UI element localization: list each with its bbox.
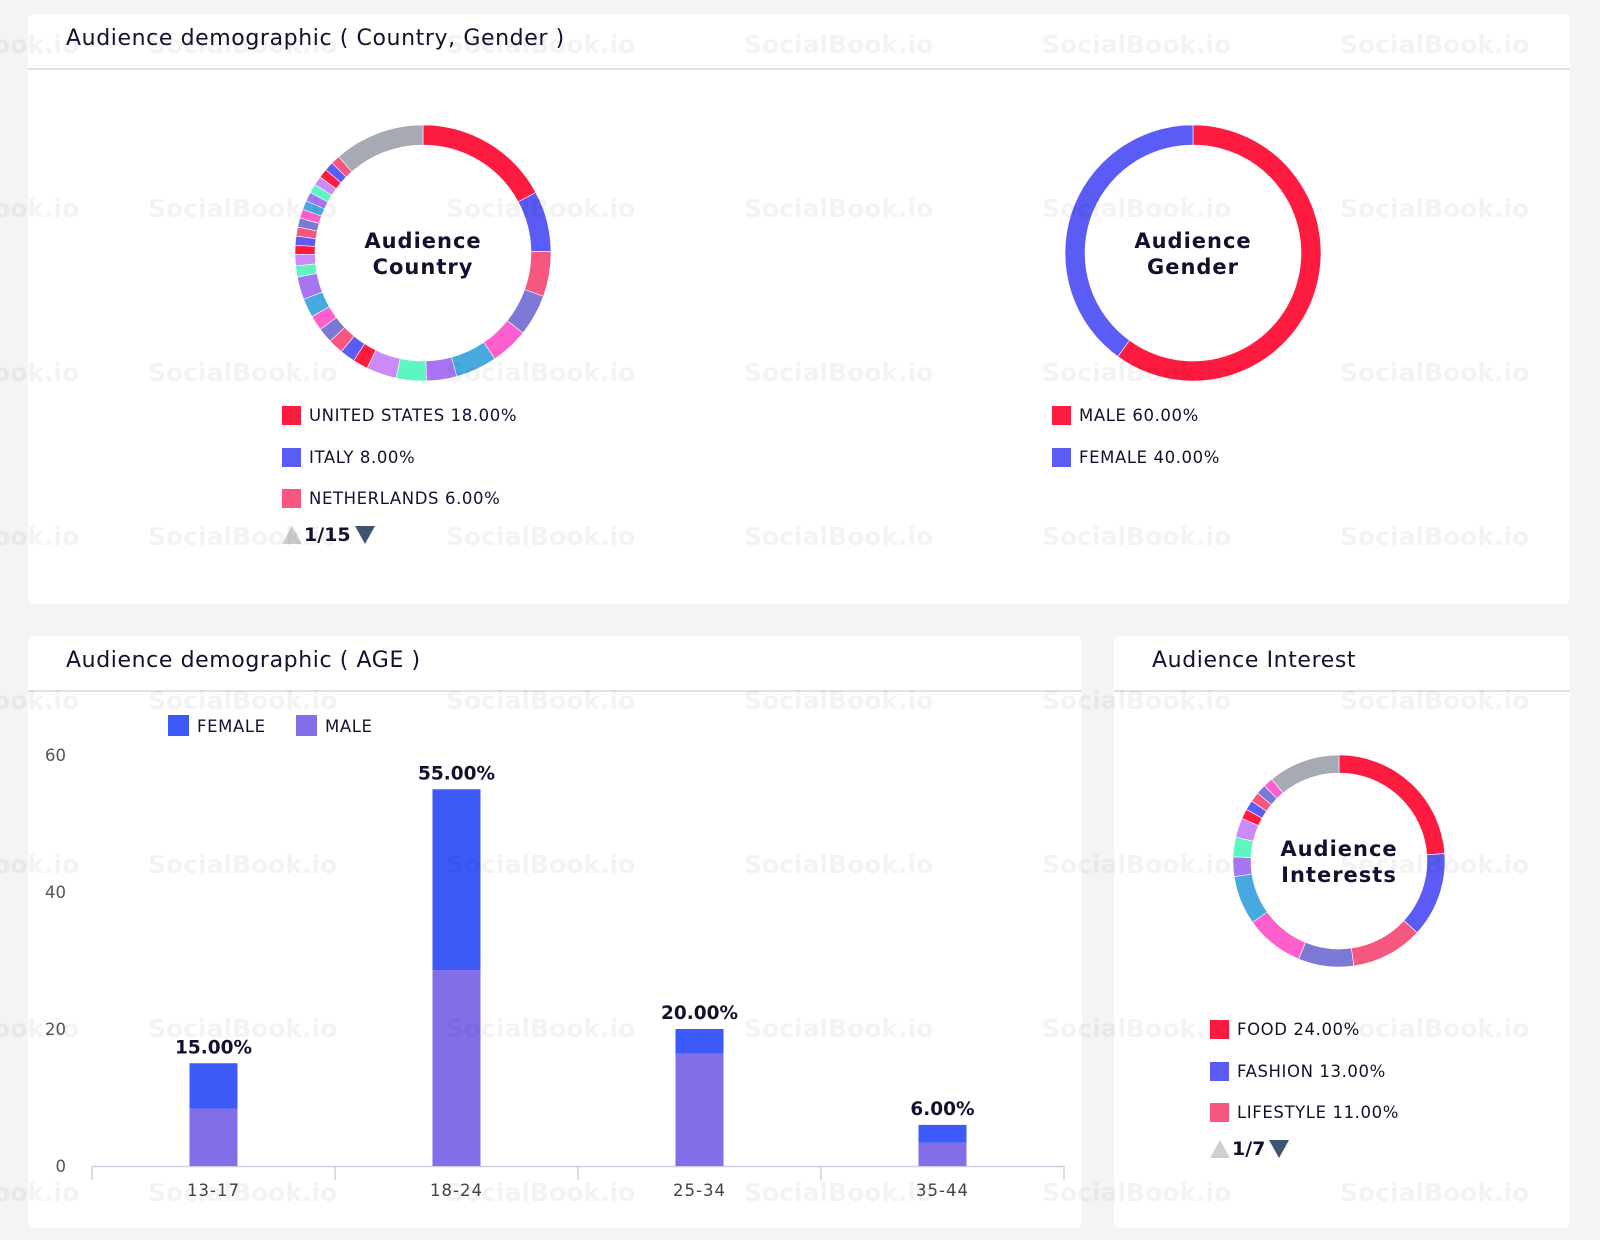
- donut-slice-country-19[interactable]: [294, 244, 316, 255]
- donut-slice-united-states[interactable]: [422, 124, 537, 203]
- bar-male-13-17[interactable]: [189, 1108, 238, 1166]
- legend-label: MALE: [325, 717, 373, 736]
- age-bar-chart: 0 20 40 60 15.00% 13-17 55.00% 18-24 20.00% 25-34…: [45, 715, 1065, 1200]
- page-down-icon[interactable]: [354, 526, 375, 544]
- legend-item-female[interactable]: FEMALE: [168, 715, 266, 736]
- country-gender-card: Audience demographic ( Country, Gender )…: [28, 14, 1570, 604]
- page-down-icon[interactable]: [1269, 1140, 1290, 1158]
- legend-swatch: [282, 406, 301, 425]
- legend-label: NETHERLANDS 6.00%: [309, 489, 501, 508]
- center-line-2: Country: [372, 255, 474, 279]
- legend-label: LIFESTYLE 11.00%: [1237, 1103, 1399, 1122]
- y-tick-label: 40: [45, 883, 66, 902]
- center-line-2: Interests: [1281, 863, 1397, 887]
- y-tick-label: 20: [45, 1020, 66, 1039]
- x-tick-label: 25-34: [673, 1181, 726, 1200]
- legend-swatch: [168, 715, 189, 736]
- bar-male-35-44[interactable]: [918, 1142, 967, 1166]
- legend-swatch: [296, 715, 317, 736]
- gender-donut-center-label: Audience Gender: [1093, 228, 1293, 280]
- donut-slice-country-18[interactable]: [294, 253, 316, 267]
- card-title: Audience Interest: [1152, 648, 1357, 673]
- donut-slice-country-7[interactable]: [425, 356, 458, 382]
- x-tick-label: 13-17: [187, 1181, 240, 1200]
- legend-swatch: [1210, 1062, 1229, 1081]
- legend-label: UNITED STATES 18.00%: [309, 406, 518, 425]
- donut-slice-italy[interactable]: [517, 192, 552, 252]
- bar-female-25-34[interactable]: [675, 1029, 724, 1054]
- legend-label: FEMALE 40.00%: [1079, 448, 1221, 467]
- legend-swatch: [1210, 1103, 1229, 1122]
- card-title: Audience demographic ( Country, Gender ): [66, 26, 565, 51]
- legend-item-netherlands[interactable]: NETHERLANDS 6.00%: [282, 489, 500, 508]
- center-line-2: Gender: [1146, 255, 1240, 279]
- legend-item-fashion[interactable]: FASHION 13.00%: [1210, 1062, 1386, 1081]
- legend-label: FOOD 24.00%: [1237, 1020, 1360, 1039]
- legend-item-male[interactable]: MALE 60.00%: [1052, 406, 1199, 425]
- donut-slice-interest-5[interactable]: [1252, 911, 1306, 960]
- legend-swatch: [282, 448, 301, 467]
- bar-male-18-24[interactable]: [432, 970, 481, 1166]
- legend-label: MALE 60.00%: [1079, 406, 1199, 425]
- bar-total-label: 55.00%: [418, 763, 495, 784]
- legend-item-lifestyle[interactable]: LIFESTYLE 11.00%: [1210, 1103, 1399, 1122]
- interest-donut-center-label: Audience Interests: [1239, 836, 1439, 888]
- x-tick-label: 18-24: [430, 1181, 483, 1200]
- bar-female-18-24[interactable]: [432, 789, 481, 971]
- center-line-1: Audience: [1134, 229, 1252, 253]
- bar-total-label: 20.00%: [661, 1003, 738, 1024]
- donut-slice-others[interactable]: [1271, 754, 1340, 794]
- donut-slice-country-8[interactable]: [395, 358, 427, 382]
- legend-item-female[interactable]: FEMALE 40.00%: [1052, 448, 1220, 467]
- page-up-icon[interactable]: [1210, 1140, 1230, 1158]
- card-title: Audience demographic ( AGE ): [66, 648, 421, 673]
- legend-item-united-states[interactable]: UNITED STATES 18.00%: [282, 406, 517, 425]
- x-tick-label: 35-44: [916, 1181, 969, 1200]
- country-legend-pager: 1/15: [282, 524, 375, 546]
- bar-male-25-34[interactable]: [675, 1053, 724, 1166]
- donut-slice-netherlands[interactable]: [524, 250, 552, 297]
- legend-label: FASHION 13.00%: [1237, 1062, 1386, 1081]
- pager-text: 1/15: [304, 524, 351, 546]
- age-card: Audience demographic ( AGE ) 0 20 40 60 15.0…: [28, 636, 1082, 1228]
- bar-total-label: 6.00%: [910, 1099, 974, 1120]
- donut-slice-others[interactable]: [338, 124, 424, 173]
- legend-swatch: [1052, 448, 1071, 467]
- legend-swatch: [1052, 406, 1071, 425]
- interest-card: Audience Interest Audience Interests FOO…: [1114, 636, 1570, 1228]
- donut-slice-lifestyle[interactable]: [1350, 920, 1418, 967]
- bar-female-13-17[interactable]: [189, 1063, 238, 1109]
- card-divider: [1114, 690, 1570, 692]
- donut-slice-interest-4[interactable]: [1298, 941, 1355, 968]
- legend-swatch: [1210, 1020, 1229, 1039]
- bar-female-35-44[interactable]: [918, 1124, 967, 1143]
- center-line-1: Audience: [364, 229, 482, 253]
- pager-text: 1/7: [1232, 1138, 1266, 1160]
- legend-swatch: [282, 489, 301, 508]
- legend-label: FEMALE: [197, 717, 266, 736]
- legend-item-italy[interactable]: ITALY 8.00%: [282, 448, 415, 467]
- card-divider: [28, 68, 1570, 70]
- center-line-1: Audience: [1280, 837, 1398, 861]
- interest-legend-pager: 1/7: [1210, 1138, 1290, 1160]
- legend-item-male[interactable]: MALE: [296, 715, 373, 736]
- legend-item-food[interactable]: FOOD 24.00%: [1210, 1020, 1360, 1039]
- y-tick-label: 0: [56, 1157, 67, 1176]
- y-tick-label: 60: [45, 746, 66, 765]
- page-up-icon[interactable]: [282, 526, 302, 544]
- country-donut-center-label: Audience Country: [323, 228, 523, 280]
- bar-total-label: 15.00%: [175, 1037, 252, 1058]
- legend-label: ITALY 8.00%: [309, 448, 416, 467]
